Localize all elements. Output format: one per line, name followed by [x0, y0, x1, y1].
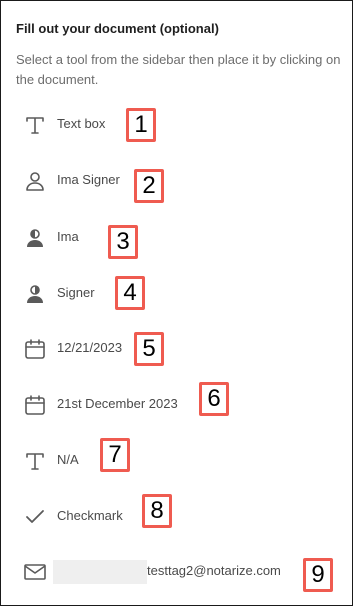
annotation-badge: 7 [100, 438, 130, 472]
user-first-name-icon [23, 226, 47, 250]
tool-text-box[interactable]: Text box [23, 113, 323, 137]
annotation-badge: 3 [108, 225, 138, 259]
calendar-icon [23, 393, 47, 417]
tool-label: testtag2@notarize.com [147, 563, 281, 578]
tool-label: Ima Signer [57, 172, 120, 187]
user-icon [23, 169, 47, 193]
annotation-badge: 1 [126, 108, 156, 142]
tool-date-short[interactable]: 12/21/2023 [23, 337, 323, 361]
tool-label: 21st December 2023 [57, 396, 178, 411]
tool-full-name[interactable]: Ima Signer [23, 169, 323, 193]
tool-label: Checkmark [57, 508, 123, 523]
text-icon [23, 449, 47, 473]
calendar-icon [23, 337, 47, 361]
text-icon [23, 113, 47, 137]
fill-document-panel: Fill out your document (optional) Select… [0, 0, 353, 606]
tool-na[interactable]: N/A [23, 449, 323, 473]
tool-last-name[interactable]: Signer [23, 282, 323, 306]
tool-checkmark[interactable]: Checkmark [23, 505, 323, 529]
tool-date-long[interactable]: 21st December 2023 [23, 393, 323, 417]
annotation-badge: 2 [134, 169, 164, 203]
annotation-badge: 6 [199, 382, 229, 416]
redacted-email-prefix [53, 560, 147, 584]
annotation-badge: 5 [134, 332, 164, 366]
tool-label: Text box [57, 116, 106, 131]
panel-title: Fill out your document (optional) [16, 21, 219, 36]
annotation-badge: 4 [115, 276, 145, 310]
tool-label: N/A [57, 452, 79, 467]
checkmark-icon [23, 505, 47, 529]
panel-description: Select a tool from the sidebar then plac… [16, 52, 341, 87]
annotation-badge: 9 [303, 558, 333, 592]
tool-first-name[interactable]: Ima [23, 226, 323, 250]
tool-label: Signer [57, 285, 95, 300]
tool-label: 12/21/2023 [57, 340, 123, 355]
envelope-icon [23, 560, 47, 584]
tool-label: Ima [57, 229, 79, 244]
annotation-badge: 8 [142, 494, 172, 528]
user-last-name-icon [23, 282, 47, 306]
